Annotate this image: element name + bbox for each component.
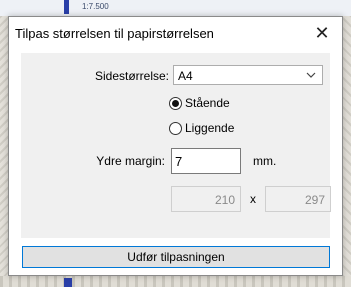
radio-selected-icon bbox=[169, 96, 182, 110]
radio-unselected-icon bbox=[169, 121, 182, 135]
margin-unit-label: mm. bbox=[253, 154, 277, 168]
orientation-landscape-radio[interactable]: Liggende bbox=[169, 121, 234, 135]
map-right-strip bbox=[343, 16, 351, 287]
fit-to-paper-dialog: Tilpas størrelsen til papirstørrelsen ✕ … bbox=[8, 16, 343, 276]
paper-width-field: 210 bbox=[171, 186, 241, 212]
paper-height-value: 297 bbox=[304, 193, 325, 207]
page-size-label: Sidestørrelse: bbox=[94, 69, 169, 83]
orientation-portrait-label: Stående bbox=[185, 96, 230, 110]
map-scale-label: 1:7.500 bbox=[82, 2, 109, 11]
orientation-landscape-label: Liggende bbox=[185, 121, 235, 135]
dialog-titlebar[interactable]: Tilpas størrelsen til papirstørrelsen ✕ bbox=[9, 17, 342, 49]
map-bottom-strip bbox=[0, 276, 351, 287]
chevron-down-icon bbox=[306, 72, 316, 78]
paper-width-value: 210 bbox=[214, 193, 235, 207]
apply-fit-button[interactable]: Udfør tilpasningen bbox=[22, 246, 330, 268]
map-scale-bar bbox=[64, 0, 69, 14]
page-size-value: A4 bbox=[178, 69, 193, 83]
map-left-strip bbox=[0, 16, 8, 287]
orientation-portrait-radio[interactable]: Stående bbox=[169, 96, 230, 110]
map-top-strip bbox=[0, 0, 351, 16]
page-size-select[interactable]: A4 bbox=[173, 65, 323, 85]
close-icon[interactable]: ✕ bbox=[309, 21, 335, 45]
map-blue-feature bbox=[64, 278, 72, 287]
dimension-separator: x bbox=[250, 192, 256, 206]
outer-margin-input[interactable]: 7 bbox=[171, 148, 241, 174]
outer-margin-label: Ydre margin: bbox=[96, 154, 165, 168]
dialog-title: Tilpas størrelsen til papirstørrelsen bbox=[15, 26, 214, 41]
paper-height-field: 297 bbox=[265, 186, 331, 212]
outer-margin-value: 7 bbox=[175, 154, 183, 169]
